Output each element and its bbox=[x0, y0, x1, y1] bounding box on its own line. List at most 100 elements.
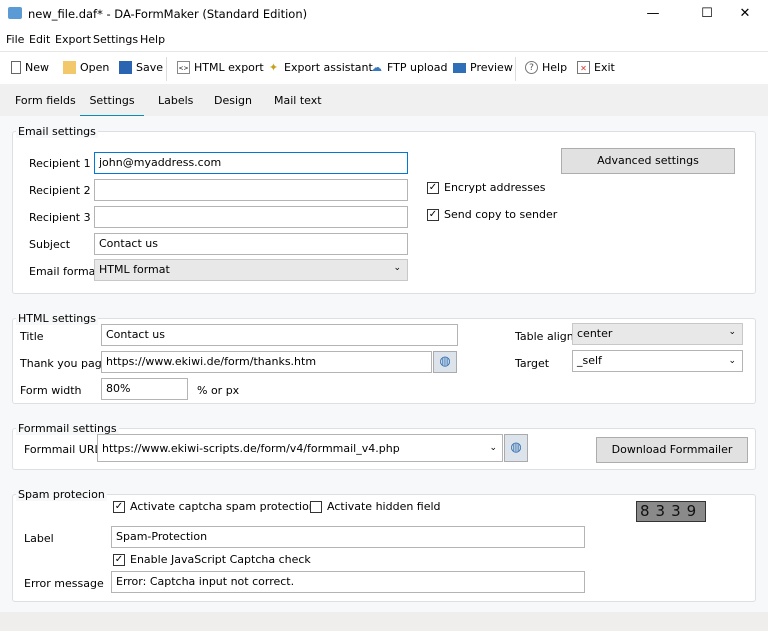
target-select[interactable]: _self ⌄ bbox=[572, 350, 743, 372]
globe-icon: ◍ bbox=[439, 354, 451, 369]
checkbox-checked-icon: ✓ bbox=[427, 208, 439, 221]
menu-help[interactable]: Help bbox=[140, 33, 165, 46]
form-width-input[interactable]: 80% bbox=[101, 378, 188, 400]
checkbox-checked-icon: ✓ bbox=[427, 181, 439, 194]
js-captcha-checkbox[interactable]: ✓ Enable JavaScript Captcha check bbox=[113, 553, 311, 566]
captcha-label: Activate captcha spam protection bbox=[130, 500, 316, 513]
tab-bar: Form fields Settings Labels Design Mail … bbox=[0, 84, 768, 118]
menu-settings[interactable]: Settings bbox=[93, 33, 138, 46]
hidden-field-checkbox[interactable]: Activate hidden field bbox=[310, 500, 441, 513]
cloud-upload-icon: ☁ bbox=[371, 61, 382, 74]
export-assistant-button[interactable]: ✦ Export assistant bbox=[267, 61, 373, 74]
tab-form-fields[interactable]: Form fields bbox=[15, 94, 76, 107]
table-align-select[interactable]: center ⌄ bbox=[572, 323, 743, 345]
exit-icon: ✕ bbox=[577, 61, 590, 74]
exit-button[interactable]: ✕ Exit bbox=[577, 61, 615, 74]
recipient3-input[interactable] bbox=[94, 206, 408, 228]
spam-label-input[interactable]: Spam-Protection bbox=[111, 526, 585, 548]
tab-settings[interactable]: Settings bbox=[80, 94, 144, 118]
table-align-value: center bbox=[577, 327, 613, 340]
send-copy-checkbox[interactable]: ✓ Send copy to sender bbox=[427, 208, 557, 221]
recipient2-input[interactable] bbox=[94, 179, 408, 201]
monitor-icon bbox=[453, 62, 466, 73]
title-label: Title bbox=[20, 330, 44, 343]
ftp-upload-button[interactable]: ☁ FTP upload bbox=[370, 61, 447, 74]
email-format-value: HTML format bbox=[99, 263, 170, 276]
tab-mail-text[interactable]: Mail text bbox=[274, 94, 322, 107]
thank-you-input[interactable]: https://www.ekiwi.de/form/thanks.htm bbox=[101, 351, 432, 373]
chevron-down-icon: ⌄ bbox=[393, 263, 401, 273]
html-export-button[interactable]: <> HTML export bbox=[177, 61, 264, 74]
hidden-field-label: Activate hidden field bbox=[327, 500, 441, 513]
menu-file[interactable]: File bbox=[6, 33, 24, 46]
spam-label-label: Label bbox=[24, 532, 54, 545]
save-label: Save bbox=[136, 61, 164, 74]
email-settings-legend: Email settings bbox=[16, 125, 98, 138]
spam-protection-legend: Spam protecion bbox=[16, 488, 107, 501]
menu-edit[interactable]: Edit bbox=[29, 33, 50, 46]
checkbox-checked-icon: ✓ bbox=[113, 553, 125, 566]
tab-labels[interactable]: Labels bbox=[158, 94, 193, 107]
formmail-url-combobox[interactable]: https://www.ekiwi-scripts.de/form/v4/for… bbox=[97, 434, 503, 462]
menu-bar: File Edit Export Settings Help bbox=[0, 28, 768, 52]
minimize-button[interactable]: — bbox=[630, 0, 676, 28]
tab-design[interactable]: Design bbox=[214, 94, 252, 107]
send-copy-label: Send copy to sender bbox=[444, 208, 558, 221]
chevron-down-icon: ⌄ bbox=[489, 443, 497, 453]
subject-input[interactable]: Contact us bbox=[94, 233, 408, 255]
browse-web-button[interactable]: ◍ bbox=[433, 351, 457, 373]
title-bar: new_file.daf* - DA-FormMaker (Standard E… bbox=[0, 0, 768, 28]
close-button[interactable]: ✕ bbox=[722, 0, 768, 28]
toolbar: New Open Save <> HTML export ✦ Export assi… bbox=[0, 53, 768, 84]
save-icon bbox=[119, 61, 132, 74]
recipient1-label: Recipient 1 bbox=[29, 157, 91, 170]
preview-label: Preview bbox=[470, 61, 513, 74]
help-button[interactable]: ? Help bbox=[525, 61, 567, 74]
encrypt-addresses-checkbox[interactable]: ✓ Encrypt addresses bbox=[427, 181, 546, 194]
status-strip bbox=[0, 612, 768, 631]
email-format-select[interactable]: HTML format ⌄ bbox=[94, 259, 408, 281]
open-button[interactable]: Open bbox=[63, 61, 109, 74]
html-settings-legend: HTML settings bbox=[16, 312, 98, 325]
open-formmail-url-button[interactable]: ◍ bbox=[504, 434, 528, 462]
title-input[interactable]: Contact us bbox=[101, 324, 458, 346]
open-label: Open bbox=[80, 61, 110, 74]
thank-you-label: Thank you page bbox=[20, 357, 109, 370]
email-format-label: Email format bbox=[29, 265, 100, 278]
menu-export[interactable]: Export bbox=[55, 33, 91, 46]
subject-label: Subject bbox=[29, 238, 71, 251]
toolbar-separator bbox=[166, 57, 167, 81]
help-icon: ? bbox=[525, 61, 538, 74]
recipient1-input[interactable]: john@myaddress.com bbox=[94, 152, 408, 174]
captcha-checkbox[interactable]: ✓ Activate captcha spam protection bbox=[113, 500, 316, 513]
formmail-url-value: https://www.ekiwi-scripts.de/form/v4/for… bbox=[102, 442, 400, 455]
window-title: new_file.daf* - DA-FormMaker (Standard E… bbox=[28, 7, 308, 21]
export-assistant-label: Export assistant bbox=[284, 61, 373, 74]
folder-open-icon bbox=[63, 61, 76, 74]
captcha-image: 8339 bbox=[636, 501, 706, 522]
checkbox-checked-icon: ✓ bbox=[113, 500, 125, 513]
advanced-settings-button[interactable]: Advanced settings bbox=[561, 148, 735, 174]
new-button[interactable]: New bbox=[11, 61, 49, 74]
error-message-input[interactable]: Error: Captcha input not correct. bbox=[111, 571, 585, 593]
download-formmailer-button[interactable]: Download Formmailer bbox=[596, 437, 748, 463]
js-captcha-label: Enable JavaScript Captcha check bbox=[130, 553, 311, 566]
recipient3-label: Recipient 3 bbox=[29, 211, 91, 224]
ftp-upload-label: FTP upload bbox=[387, 61, 448, 74]
exit-label: Exit bbox=[594, 61, 615, 74]
chevron-down-icon: ⌄ bbox=[728, 327, 736, 337]
error-message-label: Error message bbox=[24, 577, 104, 590]
html-export-icon: <> bbox=[177, 61, 190, 74]
globe-icon: ◍ bbox=[510, 440, 522, 455]
save-button[interactable]: Save bbox=[119, 61, 163, 74]
target-value: _self bbox=[577, 354, 602, 367]
recipient2-label: Recipient 2 bbox=[29, 184, 91, 197]
wand-icon: ✦ bbox=[268, 61, 279, 74]
preview-button[interactable]: Preview bbox=[453, 61, 513, 74]
form-width-unit: % or px bbox=[197, 384, 240, 397]
formmail-url-label: Formmail URL bbox=[24, 443, 101, 456]
html-export-label: HTML export bbox=[194, 61, 264, 74]
checkbox-unchecked-icon bbox=[310, 500, 322, 513]
encrypt-label: Encrypt addresses bbox=[444, 181, 546, 194]
table-align-label: Table align bbox=[515, 330, 574, 343]
